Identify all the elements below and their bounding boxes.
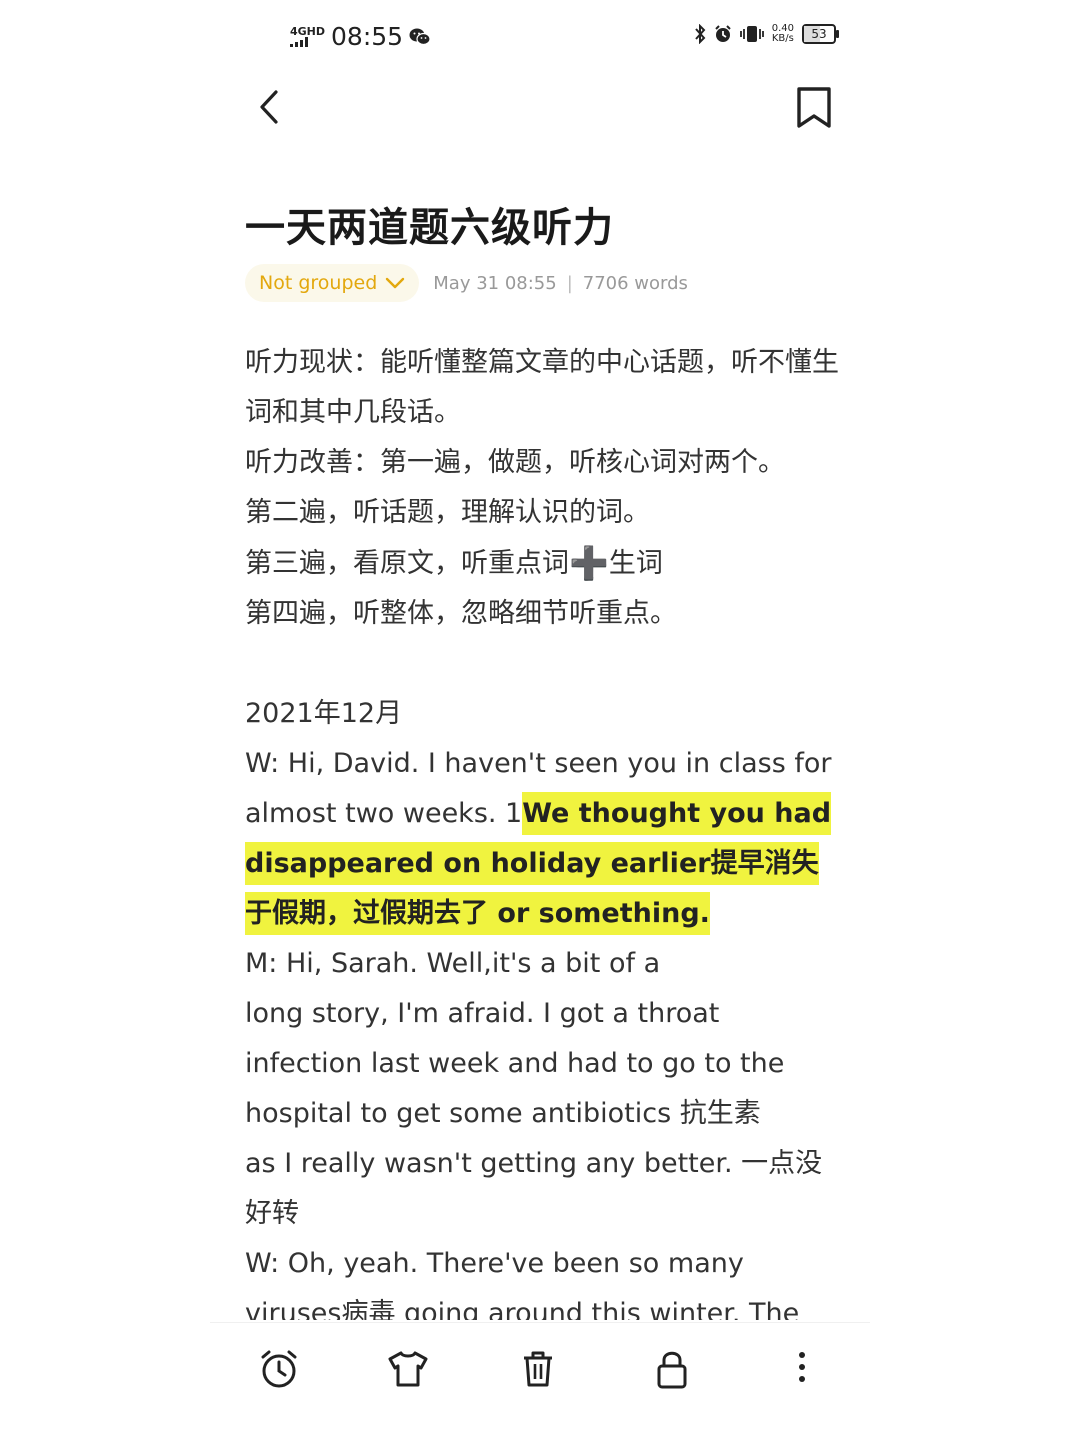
lock-icon xyxy=(657,1351,687,1389)
more-button[interactable] xyxy=(780,1347,824,1391)
theme-button[interactable] xyxy=(386,1347,430,1391)
note-body[interactable]: 听力现状：能听懂整篇文章的中心话题，听不懂生词和其中几段话。 听力改善：第一遍，… xyxy=(245,338,845,1320)
alarm-clock-icon xyxy=(261,1350,297,1388)
meta-separator: | xyxy=(566,272,573,294)
group-label: Not grouped xyxy=(259,272,378,294)
content-line: 听力改善：第一遍，做题，听核心词对两个。 xyxy=(245,447,785,478)
word-count: 7706 words xyxy=(582,272,688,294)
content-text: 生词 xyxy=(608,548,663,579)
t-shirt-icon xyxy=(388,1351,428,1387)
content-line: 听力现状：能听懂整篇文章的中心话题，听不懂生词和其中几段话。 xyxy=(245,347,839,428)
status-right: 0.40 KB/s 53 xyxy=(694,24,839,44)
status-time: 08:55 xyxy=(331,22,404,51)
reminder-button[interactable] xyxy=(257,1347,301,1391)
note-title[interactable]: 一天两道题六级听力 xyxy=(245,195,614,253)
back-button[interactable] xyxy=(250,82,290,132)
status-bar: 4GHD 08:55 0.40 KB/s 53 xyxy=(0,0,1080,72)
speed-unit: KB/s xyxy=(771,33,794,44)
content-line: 第二遍，听话题，理解认识的词。 xyxy=(245,497,650,528)
wechat-icon xyxy=(409,28,431,45)
signal-icon xyxy=(290,37,308,47)
network-speed: 0.40 KB/s xyxy=(772,24,794,44)
status-left: 4GHD 08:55 xyxy=(290,22,431,51)
content-text: 第三遍，看原文，听重点词 xyxy=(245,548,569,579)
dialogue-m1-l3: as I really wasn't getting any better. 一… xyxy=(245,1148,823,1229)
lock-button[interactable] xyxy=(650,1347,694,1391)
bottom-toolbar xyxy=(210,1322,870,1413)
plus-emoji-icon: ➕ xyxy=(569,544,609,582)
dialogue-m1-l2: long story, I'm afraid. I got a throat i… xyxy=(245,998,785,1129)
bluetooth-icon xyxy=(694,24,706,44)
content-line: 第四遍，听整体，忽略细节听重点。 xyxy=(245,598,677,629)
more-vertical-icon xyxy=(799,1352,805,1382)
group-selector[interactable]: Not grouped xyxy=(245,264,420,302)
back-arrow-icon xyxy=(260,90,278,124)
vibrate-icon xyxy=(739,26,764,42)
battery-icon: 53 xyxy=(802,24,839,44)
bookmark-icon xyxy=(797,87,831,128)
dialogue-w2: W: Oh, yeah. There've been so many virus… xyxy=(245,1248,800,1320)
content-line: 第三遍，看原文，听重点词➕生词 xyxy=(245,538,845,589)
network-type: 4GHD xyxy=(290,25,326,38)
bookmark-button[interactable] xyxy=(792,82,836,132)
battery-level: 53 xyxy=(811,27,827,41)
note-meta: Not grouped May 31 08:55 | 7706 words xyxy=(245,264,688,302)
top-nav xyxy=(0,78,1080,138)
delete-button[interactable] xyxy=(516,1347,560,1391)
dialogue-m1-l1: M: Hi, Sarah. Well,it's a bit of a xyxy=(245,948,661,979)
network-indicator: 4GHD xyxy=(290,26,325,47)
trash-icon xyxy=(524,1351,552,1387)
date-heading: 2021年12月 xyxy=(245,698,403,729)
dialogue-w1: W: Hi, David. I haven't seen you in clas… xyxy=(245,739,845,939)
note-date: May 31 08:55 xyxy=(433,272,557,294)
chevron-down-icon xyxy=(386,277,405,289)
alarm-status-icon xyxy=(715,25,731,42)
note-info: May 31 08:55 | 7706 words xyxy=(433,273,688,294)
